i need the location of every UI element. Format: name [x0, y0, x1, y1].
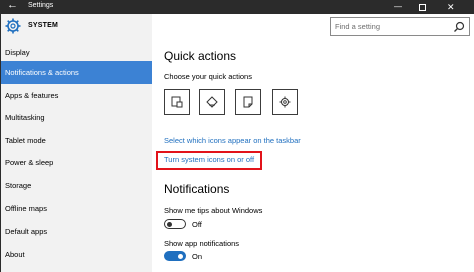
search-icon[interactable]	[453, 21, 465, 33]
page-title: SYSTEM	[28, 22, 58, 29]
window-title: Settings	[28, 2, 54, 9]
sidebar-item-about[interactable]: About	[1, 243, 152, 266]
title-bar: ← Settings — ✕	[1, 0, 474, 14]
quick-action-tile-note[interactable]	[235, 89, 261, 115]
minimize-icon[interactable]: —	[394, 1, 402, 13]
close-icon[interactable]: ✕	[447, 1, 455, 13]
connect-icon	[206, 96, 218, 108]
search-box[interactable]: Find a setting	[330, 17, 470, 36]
quick-actions-subheading: Choose your quick actions	[164, 72, 252, 81]
note-icon	[243, 96, 253, 108]
search-input[interactable]: Find a setting	[335, 22, 380, 31]
sidebar-item-storage[interactable]: Storage	[1, 174, 152, 197]
quick-action-tile-settings[interactable]	[272, 89, 298, 115]
maximize-icon[interactable]	[419, 4, 426, 11]
settings-gear-icon	[279, 96, 291, 108]
tips-toggle-state: Off	[192, 220, 202, 229]
tablet-mode-icon	[171, 96, 183, 108]
sidebar-item-offline-maps[interactable]: Offline maps	[1, 197, 152, 220]
tips-setting-label: Show me tips about Windows	[164, 206, 263, 215]
main-content: Quick actions Choose your quick actions	[152, 14, 474, 272]
select-taskbar-icons-link[interactable]: Select which icons appear on the taskbar	[164, 136, 301, 145]
system-header: SYSTEM	[1, 14, 152, 40]
notifications-heading: Notifications	[164, 182, 230, 196]
sidebar: SYSTEM Display Notifications & actions A…	[1, 14, 152, 272]
app-notifications-toggle-state: On	[192, 252, 203, 261]
quick-action-tile-connect[interactable]	[199, 89, 225, 115]
settings-window: ← Settings — ✕ SYSTEM Display Notificati…	[0, 0, 474, 272]
toggle-knob	[178, 253, 183, 259]
turn-system-icons-link[interactable]: Turn system icons on or off	[164, 155, 254, 164]
sidebar-item-default-apps[interactable]: Default apps	[1, 220, 152, 243]
quick-action-tile-tablet-mode[interactable]	[164, 89, 190, 115]
gear-icon	[5, 18, 21, 34]
sidebar-item-notifications-actions[interactable]: Notifications & actions	[1, 61, 152, 84]
sidebar-item-apps-features[interactable]: Apps & features	[1, 84, 152, 107]
sidebar-item-power-sleep[interactable]: Power & sleep	[1, 151, 152, 174]
sidebar-item-tablet-mode[interactable]: Tablet mode	[1, 129, 152, 152]
quick-actions-heading: Quick actions	[164, 49, 237, 63]
toggle-knob	[167, 221, 172, 227]
back-arrow-icon[interactable]: ←	[7, 0, 18, 11]
tips-toggle[interactable]	[164, 219, 186, 229]
sidebar-item-multitasking[interactable]: Multitasking	[1, 106, 152, 129]
app-notifications-toggle[interactable]	[164, 251, 186, 261]
app-notifications-label: Show app notifications	[164, 239, 240, 248]
